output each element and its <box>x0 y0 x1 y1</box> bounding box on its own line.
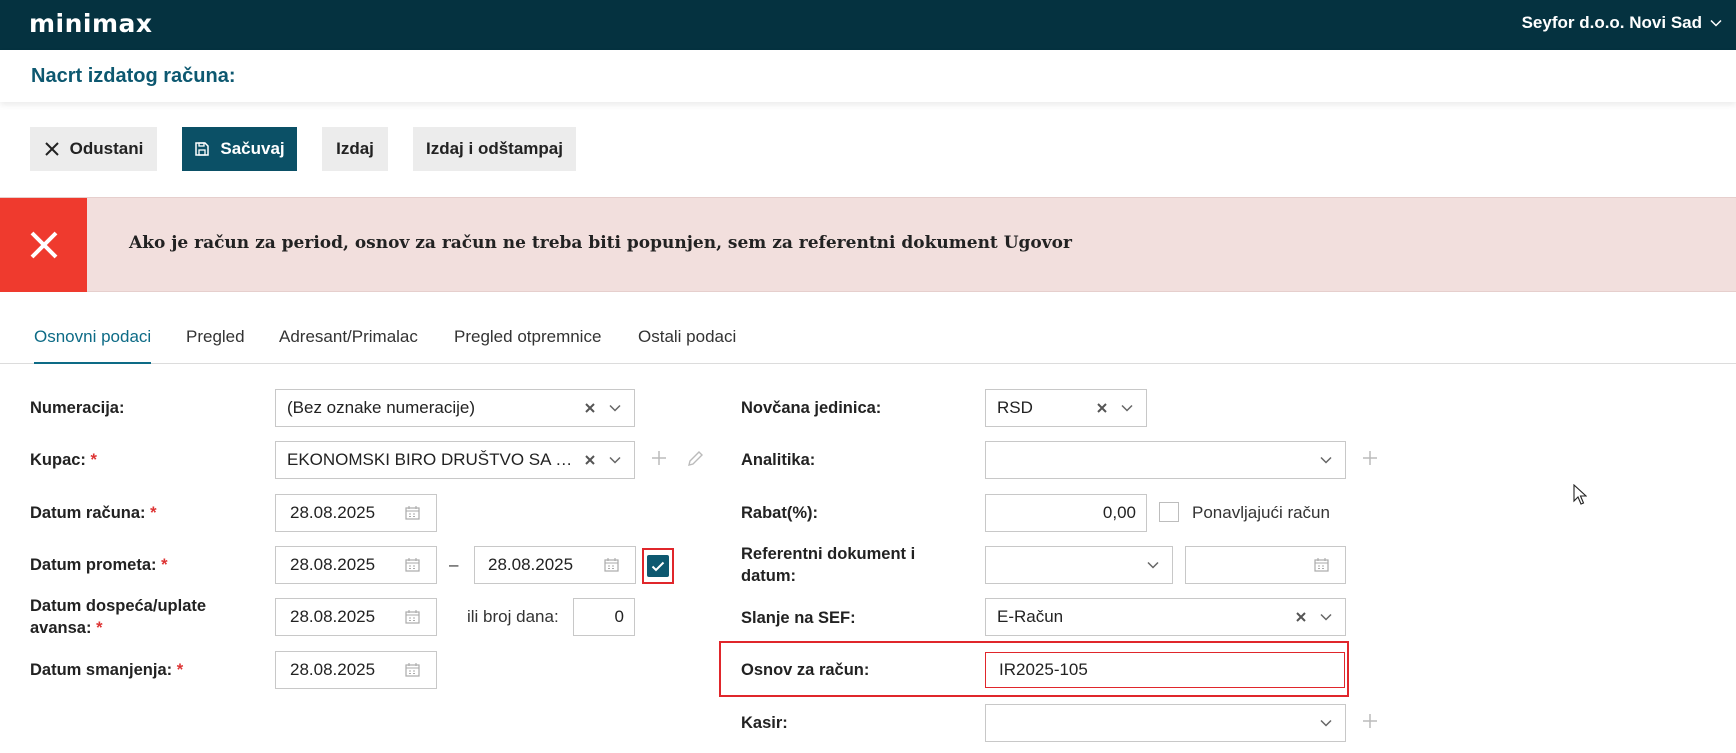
cancel-button[interactable]: Odustani <box>30 127 157 171</box>
kupac-value: EKONOMSKI BIRO DRUŠTVO SA OGR... <box>287 450 609 469</box>
datum-smanjenja-label: Datum smanjenja: * <box>30 661 184 679</box>
rabat-value: 0,00 <box>1102 503 1136 522</box>
datum-prometa-label: Datum prometa: * <box>30 556 168 574</box>
datum-dospeca-input[interactable]: 28.08.2025 <box>275 598 437 636</box>
days-input[interactable]: 0 <box>573 598 635 636</box>
title-bar: Nacrt izdatog računa: <box>0 50 1736 102</box>
add-icon[interactable] <box>651 450 667 466</box>
reference-document-select[interactable] <box>985 546 1173 584</box>
chevron-down-icon[interactable] <box>1121 404 1133 412</box>
mouse-cursor-icon <box>1573 484 1587 505</box>
company-name: Seyfor d.o.o. Novi Sad <box>1521 13 1702 32</box>
calendar-icon[interactable] <box>405 506 420 520</box>
numeracija-select[interactable]: (Bez oznake numeracije) <box>275 389 635 427</box>
chevron-down-icon[interactable] <box>1147 561 1159 569</box>
error-message: Ako je račun za period, osnov za račun n… <box>129 233 1072 253</box>
error-icon-box <box>0 198 87 292</box>
add-icon[interactable] <box>1362 450 1378 466</box>
rabat-label: Rabat(%): <box>741 504 818 522</box>
error-close-icon <box>30 231 57 259</box>
chevron-down-icon <box>1710 19 1722 27</box>
calendar-icon[interactable] <box>405 663 420 677</box>
edit-icon[interactable] <box>687 450 704 467</box>
datum-prometa-to-input[interactable]: 28.08.2025 <box>474 546 636 584</box>
company-selector[interactable]: Seyfor d.o.o. Novi Sad <box>1522 13 1722 33</box>
numeracija-value: (Bez oznake numeracije) <box>287 398 476 417</box>
datum-prometa-from-input[interactable]: 28.08.2025 <box>275 546 437 584</box>
datum-dospeca-label: Datum dospeća/uplate avansa: * <box>30 597 207 637</box>
osnov-value: IR2025-105 <box>999 660 1088 679</box>
calendar-icon[interactable] <box>604 558 619 572</box>
tab-bar: Osnovni podaci Pregled Adresant/Primalac… <box>0 312 1736 364</box>
slanje-sef-label: Slanje na SEF: <box>741 609 856 627</box>
novcana-jedinica-label: Novčana jedinica: <box>741 399 882 417</box>
chevron-down-icon[interactable] <box>1320 719 1332 727</box>
clear-icon[interactable] <box>584 402 596 414</box>
issue-label: Izdaj <box>336 139 374 158</box>
top-bar: minimax Seyfor d.o.o. Novi Sad <box>0 0 1736 50</box>
error-banner: Ako je račun za period, osnov za račun n… <box>0 197 1736 292</box>
tab-adresant-primalac[interactable]: Adresant/Primalac <box>279 327 418 364</box>
datum-smanjenja-input[interactable]: 28.08.2025 <box>275 651 437 689</box>
add-icon[interactable] <box>1362 713 1378 729</box>
tab-pregled[interactable]: Pregled <box>186 327 245 364</box>
kupac-label: Kupac: * <box>30 451 97 469</box>
period-checkbox[interactable] <box>647 555 669 577</box>
rabat-input[interactable]: 0,00 <box>985 494 1147 532</box>
osnov-input[interactable]: IR2025-105 <box>985 652 1345 688</box>
calendar-icon[interactable] <box>1314 558 1329 572</box>
chevron-down-icon[interactable] <box>609 404 621 412</box>
close-icon <box>44 142 59 156</box>
reference-date-input[interactable] <box>1185 546 1346 584</box>
issue-print-button[interactable]: Izdaj i odštampaj <box>413 127 576 171</box>
issue-button[interactable]: Izdaj <box>322 127 388 171</box>
clear-icon[interactable] <box>584 454 596 466</box>
recurring-invoice-label: Ponavljajući račun <box>1192 503 1330 522</box>
save-label: Sačuvaj <box>220 139 285 158</box>
numeracija-label: Numeracija: <box>30 399 125 417</box>
issue-print-label: Izdaj i odštampaj <box>426 139 563 158</box>
kasir-select[interactable] <box>985 704 1346 742</box>
calendar-icon[interactable] <box>405 610 420 624</box>
sef-value: E-Račun <box>997 607 1064 626</box>
datum-racuna-input[interactable]: 28.08.2025 <box>275 494 437 532</box>
tab-osnovni-podaci[interactable]: Osnovni podaci <box>34 327 152 364</box>
app-logo[interactable]: minimax <box>29 9 153 38</box>
sef-select[interactable]: E-Račun <box>985 598 1346 636</box>
page-title: Nacrt izdatog računa: <box>31 65 236 87</box>
days-value: 0 <box>614 607 624 626</box>
analitika-label: Analitika: <box>741 451 816 469</box>
save-button[interactable]: Sačuvaj <box>182 127 297 171</box>
osnov-label: Osnov za račun: <box>741 661 870 679</box>
chevron-down-icon[interactable] <box>1320 456 1332 464</box>
checkmark-icon <box>651 561 665 571</box>
days-label: ili broj dana: <box>467 607 559 626</box>
cancel-label: Odustani <box>69 139 144 158</box>
calendar-icon[interactable] <box>405 558 420 572</box>
tab-pregled-otpremnice[interactable]: Pregled otpremnice <box>454 327 601 364</box>
analitika-select[interactable] <box>985 441 1346 479</box>
referentni-label: Referentni dokument i datum: <box>741 545 916 585</box>
clear-icon[interactable] <box>1295 611 1307 623</box>
chevron-down-icon[interactable] <box>609 456 621 464</box>
tab-ostali-podaci[interactable]: Ostali podaci <box>638 327 736 364</box>
clear-icon[interactable] <box>1096 402 1108 414</box>
kupac-select[interactable]: EKONOMSKI BIRO DRUŠTVO SA OGR... <box>275 441 635 479</box>
recurring-invoice-checkbox[interactable] <box>1159 502 1179 522</box>
chevron-down-icon[interactable] <box>1320 613 1332 621</box>
currency-select[interactable]: RSD <box>985 389 1147 427</box>
kasir-label: Kasir: <box>741 714 788 732</box>
save-icon <box>195 142 210 156</box>
date-range-separator: – <box>449 555 459 574</box>
datum-racuna-label: Datum računa: * <box>30 504 157 522</box>
